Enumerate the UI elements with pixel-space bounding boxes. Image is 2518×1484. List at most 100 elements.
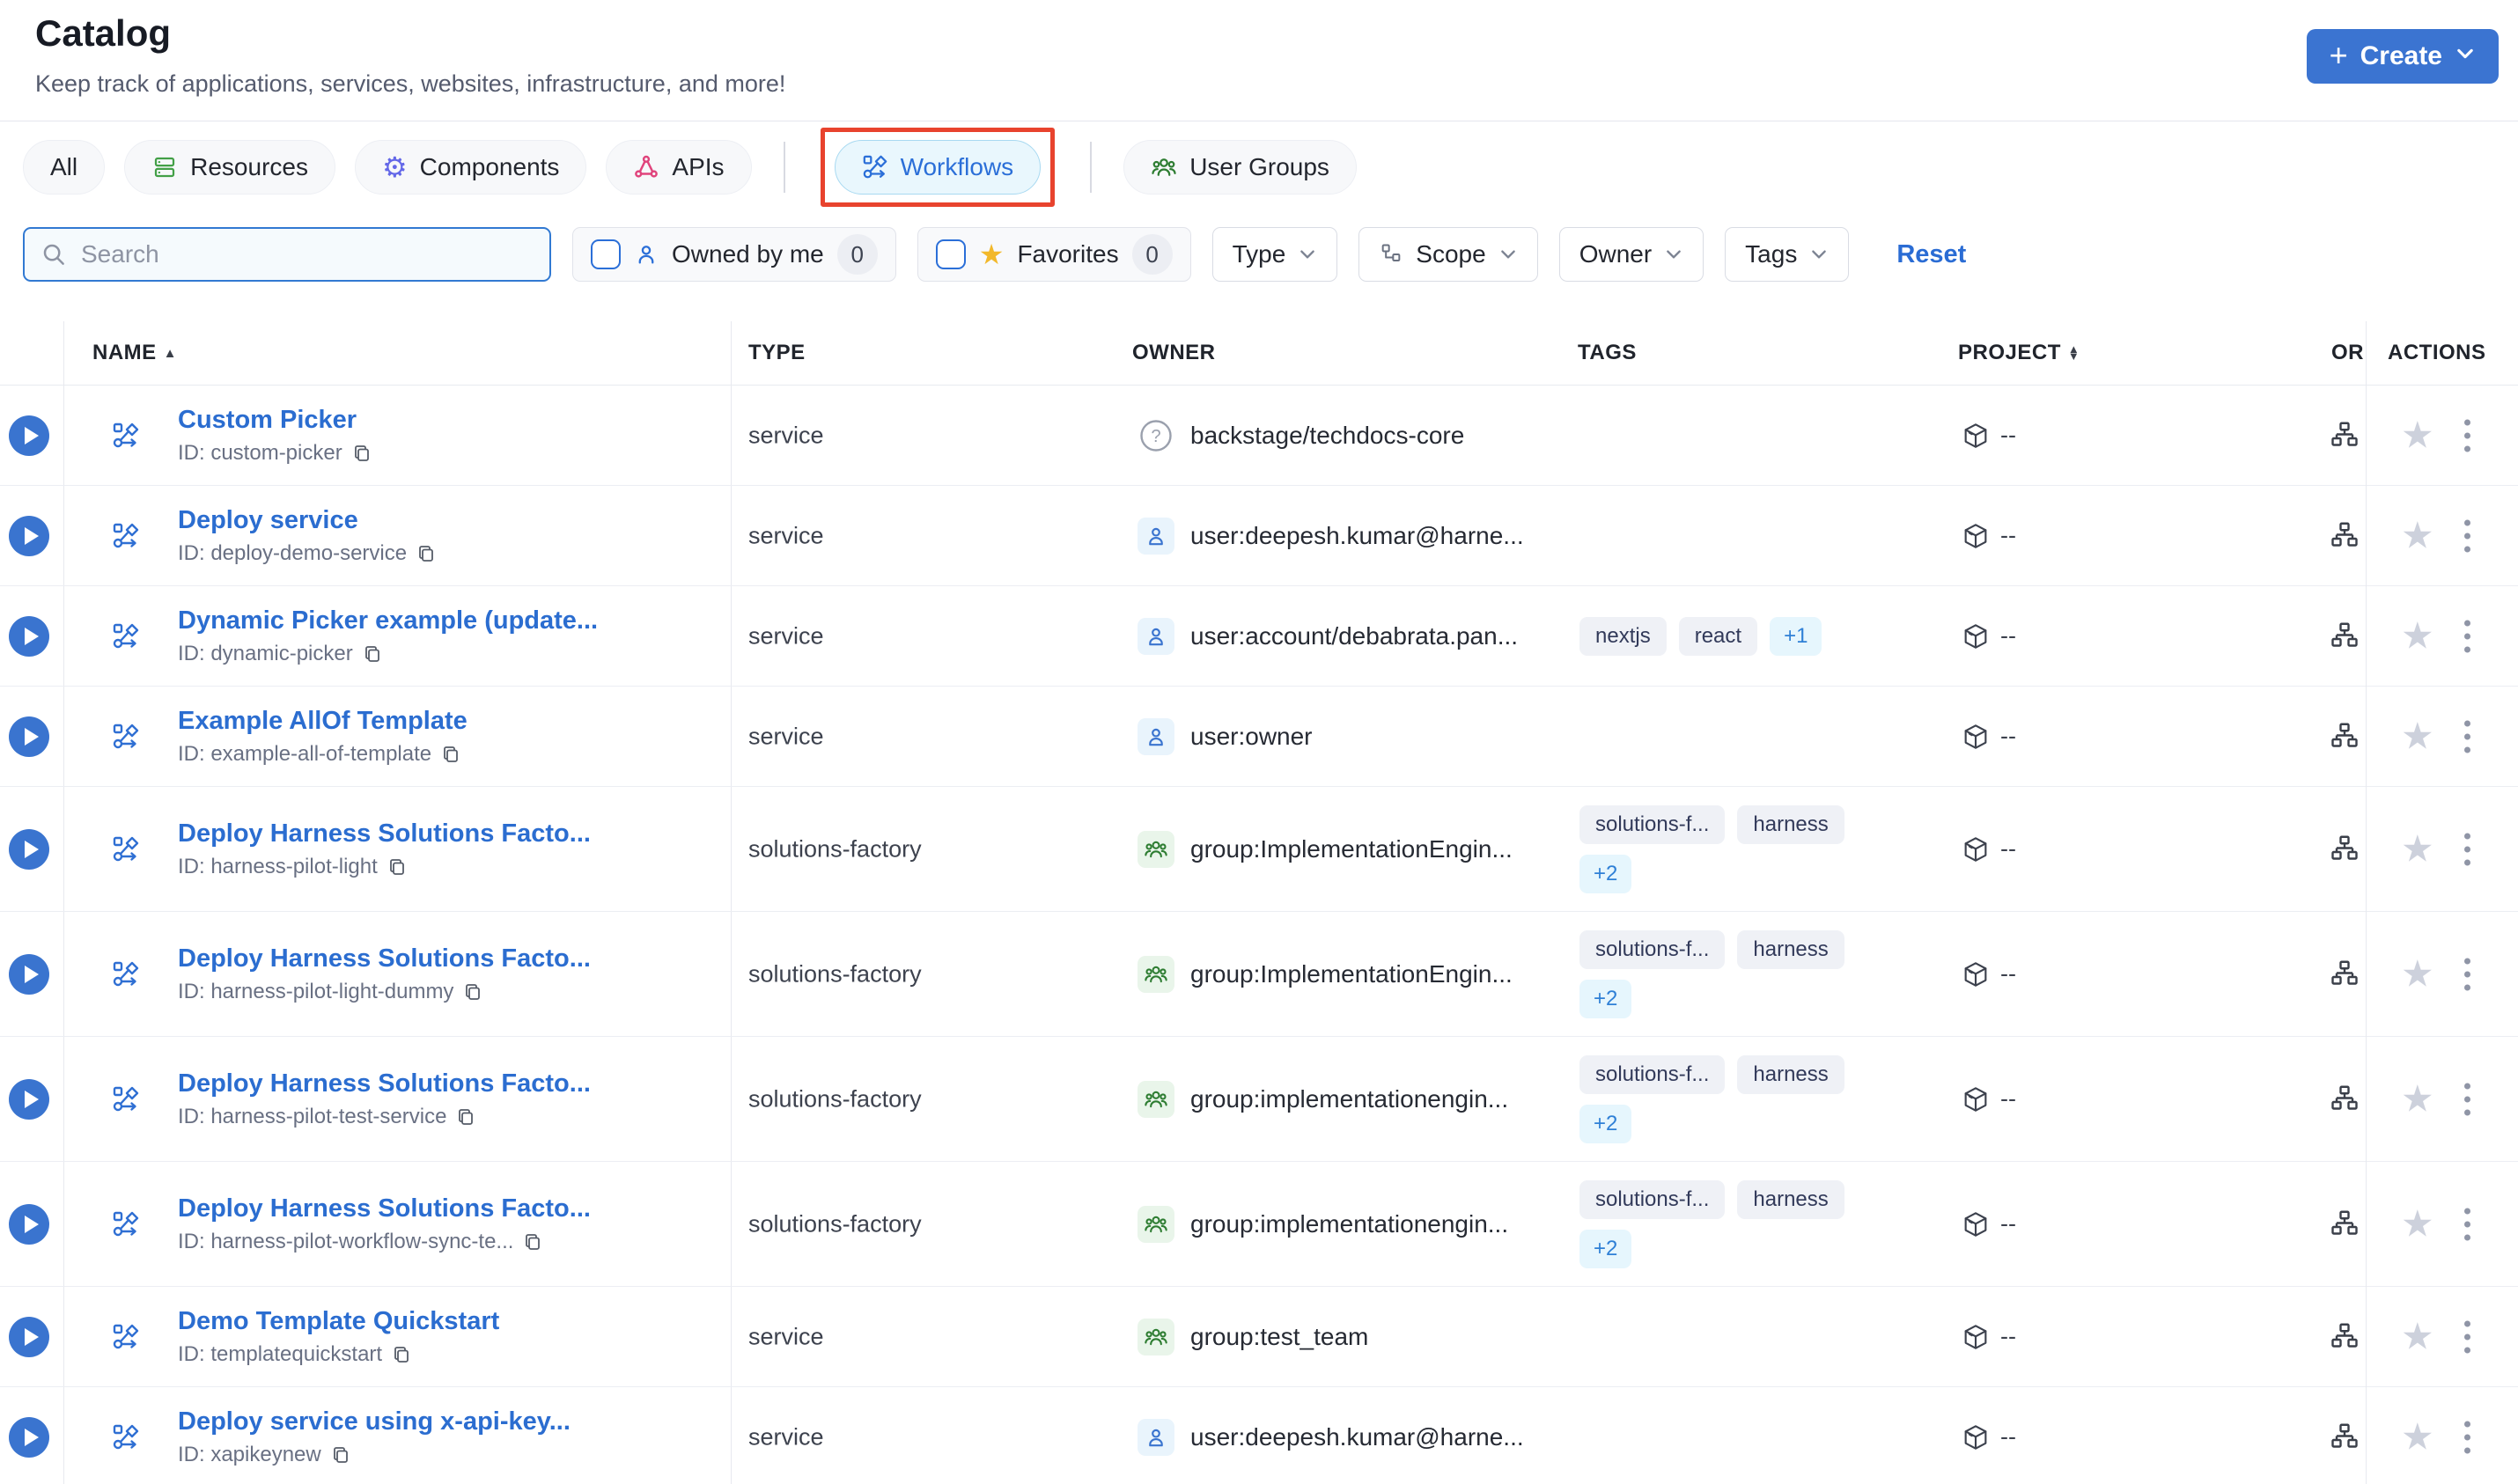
play-icon bbox=[24, 1327, 39, 1346]
tab-components[interactable]: ⚙ Components bbox=[354, 140, 587, 195]
group-icon bbox=[1138, 955, 1174, 993]
run-workflow-button[interactable] bbox=[9, 1416, 49, 1458]
workflow-name-link[interactable]: Demo Template Quickstart bbox=[178, 1307, 499, 1336]
favorite-star-button[interactable]: ★ bbox=[2401, 1418, 2434, 1456]
workflow-name-link[interactable]: Custom Picker bbox=[178, 406, 372, 435]
tab-workflows[interactable]: Workflows bbox=[834, 140, 1042, 195]
owned-by-me-filter[interactable]: Owned by me 0 bbox=[572, 227, 896, 282]
owner-filter-dropdown[interactable]: Owner bbox=[1558, 227, 1704, 282]
copy-id-button[interactable] bbox=[330, 1444, 351, 1466]
favorite-star-button[interactable]: ★ bbox=[2401, 955, 2434, 993]
tags-filter-dropdown[interactable]: Tags bbox=[1725, 227, 1850, 282]
run-workflow-button[interactable] bbox=[9, 515, 49, 556]
copy-id-button[interactable] bbox=[391, 1344, 412, 1365]
copy-id-button[interactable] bbox=[522, 1231, 543, 1253]
favorite-star-button[interactable]: ★ bbox=[2401, 1080, 2434, 1118]
relations-org-chart-icon[interactable] bbox=[2329, 721, 2360, 753]
run-workflow-button[interactable] bbox=[9, 1078, 49, 1120]
tag-chip: harness bbox=[1737, 929, 1844, 969]
row-menu-button[interactable] bbox=[2461, 716, 2474, 756]
tags-more-chip[interactable]: +2 bbox=[1579, 979, 1632, 1018]
workflow-name-link[interactable]: Deploy Harness Solutions Facto... bbox=[178, 819, 591, 849]
column-header-project[interactable]: PROJECT ▲ ▼ bbox=[1958, 341, 2080, 365]
search-input[interactable] bbox=[79, 239, 534, 269]
row-menu-button[interactable] bbox=[2461, 1079, 2474, 1119]
tags-more-chip[interactable]: +2 bbox=[1579, 1229, 1632, 1268]
relations-org-chart-icon[interactable] bbox=[2329, 621, 2360, 652]
owner-text: backstage/techdocs-core bbox=[1190, 421, 1465, 449]
relations-org-chart-icon[interactable] bbox=[2329, 1422, 2360, 1453]
copy-id-button[interactable] bbox=[416, 543, 437, 564]
tab-apis[interactable]: APIs bbox=[606, 140, 752, 195]
relations-org-chart-icon[interactable] bbox=[2329, 1321, 2360, 1353]
copy-id-button[interactable] bbox=[440, 744, 461, 765]
favorites-filter[interactable]: ★ Favorites 0 bbox=[917, 227, 1191, 282]
favorite-star-button[interactable]: ★ bbox=[2401, 517, 2434, 555]
favorite-star-button[interactable]: ★ bbox=[2401, 1318, 2434, 1355]
project-text: -- bbox=[2000, 622, 2016, 649]
run-workflow-button[interactable] bbox=[9, 415, 49, 456]
play-icon bbox=[24, 1090, 39, 1108]
project-cell: -- bbox=[1962, 522, 2016, 550]
workflow-id: ID: harness-pilot-test-service bbox=[178, 1104, 447, 1128]
copy-id-button[interactable] bbox=[462, 981, 483, 1003]
row-menu-button[interactable] bbox=[2461, 1317, 2474, 1356]
group-icon bbox=[1138, 830, 1174, 868]
tags-cell: solutions-f... harness +2 bbox=[1579, 1179, 1958, 1268]
workflow-name-link[interactable]: Example AllOf Template bbox=[178, 707, 468, 736]
workflow-icon bbox=[112, 723, 140, 751]
catalog-table: NAME ▲ TYPE OWNER TAGS PROJECT ▲ ▼ OR ACT… bbox=[0, 321, 2518, 1484]
favorites-checkbox[interactable] bbox=[935, 239, 966, 269]
relations-org-chart-icon[interactable] bbox=[2329, 1084, 2360, 1115]
tags-more-chip[interactable]: +1 bbox=[1770, 616, 1822, 656]
copy-id-button[interactable] bbox=[362, 643, 383, 665]
tags-more-chip[interactable]: +2 bbox=[1579, 854, 1632, 893]
run-workflow-button[interactable] bbox=[9, 1316, 49, 1357]
favorite-star-button[interactable]: ★ bbox=[2401, 1205, 2434, 1243]
run-workflow-button[interactable] bbox=[9, 615, 49, 657]
row-menu-button[interactable] bbox=[2461, 415, 2474, 455]
favorite-star-button[interactable]: ★ bbox=[2401, 416, 2434, 454]
column-header-name[interactable]: NAME ▲ bbox=[92, 341, 177, 365]
row-menu-button[interactable] bbox=[2461, 516, 2474, 555]
actions-cell: ★ bbox=[2366, 616, 2518, 656]
tab-user-groups[interactable]: User Groups bbox=[1123, 140, 1357, 195]
row-menu-button[interactable] bbox=[2461, 1417, 2474, 1457]
copy-id-button[interactable] bbox=[351, 443, 372, 464]
reset-filters-button[interactable]: Reset bbox=[1891, 239, 1971, 270]
relations-org-chart-icon[interactable] bbox=[2329, 1209, 2360, 1240]
row-menu-button[interactable] bbox=[2461, 829, 2474, 869]
name-cell: Deploy Harness Solutions Facto... ID: ha… bbox=[178, 819, 591, 879]
workflow-name-link[interactable]: Deploy service bbox=[178, 506, 437, 535]
workflow-name-link[interactable]: Dynamic Picker example (update... bbox=[178, 606, 598, 635]
workflow-name-link[interactable]: Deploy Harness Solutions Facto... bbox=[178, 1194, 591, 1223]
tags-more-chip[interactable]: +2 bbox=[1579, 1104, 1632, 1143]
create-button[interactable]: + Create bbox=[2306, 29, 2499, 84]
row-menu-button[interactable] bbox=[2461, 954, 2474, 994]
type-filter-dropdown[interactable]: Type bbox=[1211, 227, 1338, 282]
workflow-name-link[interactable]: Deploy service using x-api-key... bbox=[178, 1407, 571, 1436]
relations-org-chart-icon[interactable] bbox=[2329, 959, 2360, 990]
project-cell: -- bbox=[1962, 835, 2016, 863]
favorite-star-button[interactable]: ★ bbox=[2401, 830, 2434, 868]
tab-all[interactable]: All bbox=[23, 140, 106, 195]
owned-by-me-checkbox[interactable] bbox=[591, 239, 621, 269]
run-workflow-button[interactable] bbox=[9, 716, 49, 757]
run-workflow-button[interactable] bbox=[9, 953, 49, 995]
tab-resources[interactable]: Resources bbox=[124, 140, 335, 195]
relations-org-chart-icon[interactable] bbox=[2329, 834, 2360, 865]
copy-id-button[interactable] bbox=[455, 1106, 476, 1128]
workflow-name-link[interactable]: Deploy Harness Solutions Facto... bbox=[178, 944, 591, 973]
row-menu-button[interactable] bbox=[2461, 1204, 2474, 1244]
favorite-star-button[interactable]: ★ bbox=[2401, 717, 2434, 755]
scope-filter-dropdown[interactable]: Scope bbox=[1358, 227, 1538, 282]
run-workflow-button[interactable] bbox=[9, 1203, 49, 1245]
run-workflow-button[interactable] bbox=[9, 828, 49, 870]
copy-id-button[interactable] bbox=[387, 856, 408, 878]
workflow-icon bbox=[112, 1423, 140, 1451]
favorite-star-button[interactable]: ★ bbox=[2401, 617, 2434, 655]
relations-org-chart-icon[interactable] bbox=[2329, 520, 2360, 552]
workflow-name-link[interactable]: Deploy Harness Solutions Facto... bbox=[178, 1069, 591, 1098]
row-menu-button[interactable] bbox=[2461, 616, 2474, 656]
relations-org-chart-icon[interactable] bbox=[2329, 420, 2360, 452]
